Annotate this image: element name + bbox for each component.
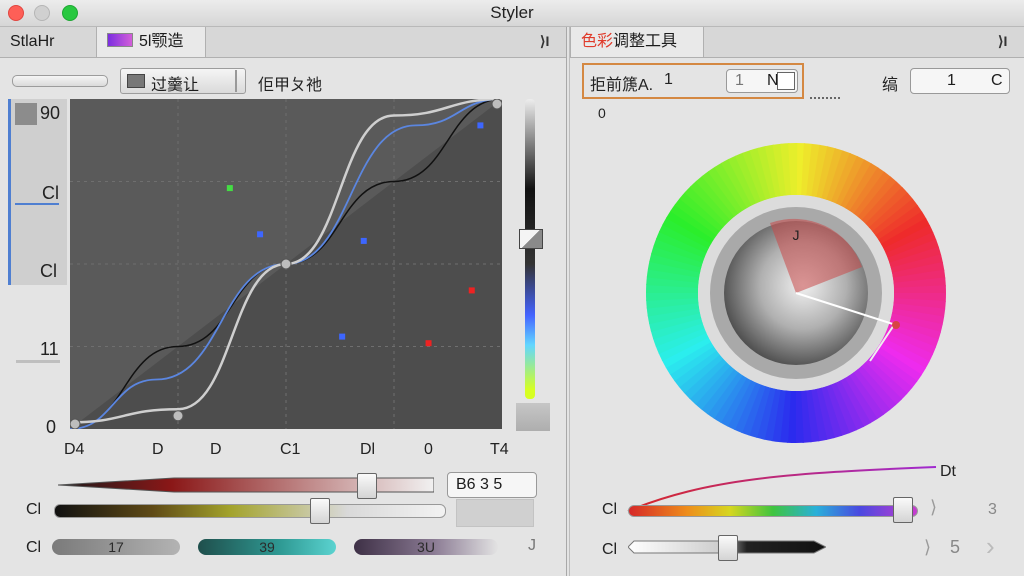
tone-vertical-slider[interactable] <box>525 99 535 399</box>
tab-color-tools-colored: 色彩 <box>581 33 614 50</box>
curve-control-point[interactable] <box>280 258 292 270</box>
field1-box-value: 1 <box>735 72 744 89</box>
x-tick: D <box>152 441 164 458</box>
sample-marker <box>339 333 346 340</box>
channel-pill-3-value: 3U <box>417 539 435 555</box>
tab-styler[interactable]: StlaHr <box>0 27 96 57</box>
preset-divider <box>235 70 237 92</box>
right-value-slider-thumb[interactable] <box>718 535 738 561</box>
y-tick-top: 90 <box>40 103 61 123</box>
preset-title: 佢甲ㄆ祂 <box>258 77 323 94</box>
right-tab-bar: 色彩调整工具 ⟩I <box>570 27 1024 58</box>
window-title: Styler <box>490 3 534 22</box>
row3-end-glyph: J <box>528 537 536 554</box>
field1-value[interactable]: 1 <box>664 71 673 89</box>
output-slider-track <box>57 477 435 493</box>
left-tab-bar: StlaHr 5l颚造 ⟩I <box>0 27 566 58</box>
right-slider2-label: Cl <box>602 541 618 558</box>
wheel-handle[interactable] <box>892 321 900 329</box>
x-tick: T4 <box>490 441 509 458</box>
x-tick: Dl <box>360 441 376 458</box>
y-tick: Cl <box>42 183 59 203</box>
output-value-field[interactable]: B6 3 5 <box>447 472 537 498</box>
tab-color-tools-label: 调整工具 <box>613 33 678 50</box>
right-hue-slider[interactable] <box>628 505 918 517</box>
curve-control-point[interactable] <box>491 98 503 110</box>
output-slider[interactable] <box>57 477 435 493</box>
tab-color-tools[interactable]: 色彩调整工具 <box>570 27 704 57</box>
y-axis-tickline <box>16 360 60 363</box>
field2-box[interactable]: 1 C <box>910 68 1010 94</box>
output-value-text: B6 3 5 <box>456 476 503 493</box>
preset-slider[interactable] <box>12 75 108 87</box>
curve-control-point[interactable] <box>172 410 184 422</box>
sample-marker <box>468 287 475 294</box>
y-tick: Cl <box>40 261 57 281</box>
reset-corner-button[interactable] <box>516 403 550 431</box>
tab-curves[interactable]: 5l颚造 <box>96 27 206 57</box>
curve-end-label: Dt <box>940 463 956 480</box>
x-tick: D4 <box>64 441 85 458</box>
hue-slider-thumb[interactable] <box>310 498 331 524</box>
row3-label: Cl <box>26 539 42 556</box>
output-slider-thumb[interactable] <box>357 473 378 499</box>
preset-dropdown[interactable]: 过羹让 <box>120 68 246 94</box>
collapse-panel-icon[interactable]: ⟩I <box>540 33 549 50</box>
field1-dots <box>810 97 840 99</box>
title-bar: Styler <box>0 0 1024 27</box>
channel-pill-2[interactable]: 39 <box>198 539 336 555</box>
field1-box[interactable]: 1 N <box>726 69 798 93</box>
field1-label: 拒前篪A. <box>590 77 654 94</box>
hue-slider[interactable] <box>54 504 446 518</box>
channel-pill-3[interactable]: 3U <box>354 539 498 555</box>
sample-marker <box>257 231 264 238</box>
curves-panel: StlaHr 5l颚造 ⟩I 过羹让 佢甲ㄆ祂 90 Cl Cl 11 0 D4… <box>0 27 567 576</box>
x-tick: D <box>210 441 222 458</box>
preset-icon <box>127 74 145 88</box>
collapse-right-panel-icon[interactable]: ⟩I <box>998 33 1007 50</box>
right-slider1-arrow[interactable]: ⟩ <box>930 497 937 518</box>
color-wheel[interactable]: J <box>630 127 970 457</box>
channel-pill-1[interactable]: 17 <box>52 539 180 555</box>
right-slider1-end: 3 <box>988 501 997 518</box>
curve-graph[interactable] <box>69 97 503 430</box>
tab-styler-label: StlaHr <box>10 33 55 50</box>
field2-value: 1 <box>947 72 956 89</box>
output-preview-box <box>456 499 534 527</box>
color-tools-panel: 色彩调整工具 ⟩I 拒前篪A. 1 1 N 缟 1 C 0 J Dt Cl ⟩ … <box>569 27 1024 576</box>
slider2-label: Cl <box>26 501 42 518</box>
sample-marker <box>360 237 367 244</box>
y-tick: 11 <box>40 339 59 359</box>
channel-pill-1-value: 17 <box>108 539 124 555</box>
sample-marker <box>477 122 484 129</box>
next-chevron-icon[interactable]: › <box>986 531 995 562</box>
right-hue-slider-thumb[interactable] <box>892 497 913 523</box>
tab-curves-label: 5l颚造 <box>139 33 184 50</box>
right-slider1-label: Cl <box>602 501 618 518</box>
zero-label: 0 <box>598 105 606 121</box>
right-slider2-arrow[interactable]: ⟩ <box>924 537 931 558</box>
sample-marker <box>425 340 432 347</box>
field1-stepper[interactable] <box>777 72 795 90</box>
channel-pill-2-value: 39 <box>259 539 275 555</box>
y-axis-handle[interactable] <box>15 103 37 125</box>
right-slider2-end: 5 <box>950 537 961 557</box>
wheel-inner-label: J <box>793 227 800 243</box>
curve-control-point[interactable] <box>69 418 81 430</box>
y-tick-bottom: 0 <box>46 417 57 437</box>
field2-suffix: C <box>991 72 1003 89</box>
sample-marker <box>226 185 233 192</box>
field2-label: 缟 <box>882 77 899 94</box>
x-tick: C1 <box>280 441 301 458</box>
tone-vertical-thumb[interactable] <box>519 229 543 249</box>
preset-button-label: 过羹让 <box>151 77 200 94</box>
color-swatch-icon <box>107 33 133 47</box>
x-tick: 0 <box>424 441 433 458</box>
curve-svg[interactable] <box>69 97 503 430</box>
